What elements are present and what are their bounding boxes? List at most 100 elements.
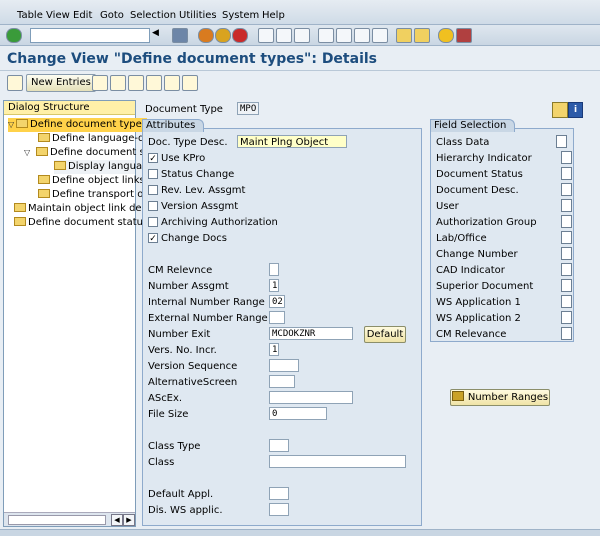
find-icon[interactable]: [276, 28, 292, 43]
cm-relevance-checkbox[interactable]: [561, 327, 572, 340]
archiving-authorization-checkbox[interactable]: [148, 217, 158, 227]
default-appl-field[interactable]: [269, 487, 289, 500]
delete-icon[interactable]: [110, 75, 126, 91]
change-docs-checkbox[interactable]: ✓: [148, 233, 158, 244]
tree-item-define-document-types[interactable]: ▽ Define document types: [8, 118, 148, 132]
collapse-triangle-icon[interactable]: ▽: [8, 118, 16, 132]
cm-relevnce-field[interactable]: [269, 263, 279, 276]
previous-page-icon[interactable]: [336, 28, 352, 43]
dis-ws-applic-field[interactable]: [269, 503, 289, 516]
undo-change-icon[interactable]: [128, 75, 144, 91]
folder-icon: [38, 189, 50, 198]
tree-item-define-document-status[interactable]: Define document status: [8, 216, 148, 230]
collapse-triangle-icon[interactable]: ▽: [24, 146, 32, 160]
lab-office-checkbox[interactable]: [561, 231, 572, 244]
status-change-label: Status Change: [161, 169, 235, 180]
ascex-field[interactable]: [269, 391, 353, 404]
tree-item-object-links[interactable]: Define object links: [38, 174, 145, 188]
command-dropdown-icon[interactable]: ◀: [152, 28, 166, 41]
external-number-range-field[interactable]: [269, 311, 285, 324]
external-number-range-label: External Number Range: [148, 313, 268, 324]
cad-indicator-checkbox[interactable]: [561, 263, 572, 276]
folder-icon: [38, 175, 50, 184]
tree-item-document-status[interactable]: ▽ Define document s: [24, 146, 145, 160]
tree-item-maintain-object-link[interactable]: Maintain object link des: [8, 202, 147, 216]
user-checkbox[interactable]: [561, 199, 572, 212]
attributes-tab: Attributes: [142, 119, 205, 132]
cancel-icon[interactable]: [232, 28, 248, 43]
document-desc-checkbox[interactable]: [561, 183, 572, 196]
use-kpro-checkbox[interactable]: ✓: [148, 153, 158, 164]
create-session-icon[interactable]: [396, 28, 412, 43]
tree-item-language-dependent[interactable]: Define language-d: [38, 132, 144, 146]
enter-icon[interactable]: [6, 28, 22, 43]
internal-number-range-field[interactable]: 02: [269, 295, 285, 308]
back-icon[interactable]: [198, 28, 214, 43]
next-page-icon[interactable]: [354, 28, 370, 43]
class-data-checkbox[interactable]: [556, 135, 567, 148]
document-type-label: Document Type: [145, 104, 223, 115]
file-size-field[interactable]: 0: [269, 407, 327, 420]
field-selection-tab: Field Selection: [430, 119, 516, 132]
tree-item-display-language[interactable]: Display langua: [54, 160, 142, 174]
command-field[interactable]: [30, 28, 150, 43]
menu-table-view[interactable]: Table View: [17, 10, 70, 21]
print-icon[interactable]: [258, 28, 274, 43]
first-page-icon[interactable]: [318, 28, 334, 43]
change-number-checkbox[interactable]: [561, 247, 572, 260]
exit-icon[interactable]: [215, 28, 231, 43]
alternative-screen-field[interactable]: [269, 375, 295, 388]
find-next-icon[interactable]: [294, 28, 310, 43]
version-sequence-field[interactable]: [269, 359, 299, 372]
layout-menu-icon[interactable]: [456, 28, 472, 43]
application-toolbar: New Entries: [0, 72, 600, 94]
class-field[interactable]: [269, 455, 406, 468]
superior-document-checkbox[interactable]: [561, 279, 572, 292]
copy-as-icon[interactable]: [92, 75, 108, 91]
change-docs-label: Change Docs: [161, 233, 227, 244]
shortcut-icon[interactable]: [414, 28, 430, 43]
version-assgmt-checkbox[interactable]: [148, 201, 158, 211]
number-assgmt-field[interactable]: 1: [269, 279, 279, 292]
menu-goto[interactable]: Goto: [100, 10, 124, 21]
info-icon[interactable]: i: [568, 102, 583, 118]
tree-horizontal-scrollbar[interactable]: ◀ ▶: [4, 512, 135, 526]
menu-help[interactable]: Help: [262, 10, 285, 21]
document-status-checkbox[interactable]: [561, 167, 572, 180]
new-entries-button[interactable]: New Entries: [26, 74, 96, 92]
authorization-group-checkbox[interactable]: [561, 215, 572, 228]
rev-lev-assgmt-checkbox[interactable]: [148, 185, 158, 195]
tree-item-transport[interactable]: Define transport of c: [38, 188, 156, 202]
menu-selection[interactable]: Selection: [130, 10, 176, 21]
class-type-field[interactable]: [269, 439, 289, 452]
folder-icon: [38, 133, 50, 142]
doc-type-desc-label: Doc. Type Desc.: [148, 137, 228, 148]
default-button[interactable]: Default: [364, 326, 406, 343]
previous-entry-icon[interactable]: [146, 75, 162, 91]
scrollbar-thumb[interactable]: [8, 515, 106, 525]
scroll-right-icon[interactable]: ▶: [123, 514, 135, 526]
status-change-checkbox[interactable]: [148, 169, 158, 179]
vers-no-incr-field[interactable]: 1: [269, 343, 279, 356]
ws-application-2-checkbox[interactable]: [561, 311, 572, 324]
variable-list-icon[interactable]: [182, 75, 198, 91]
class-label: Class: [148, 457, 175, 468]
save-icon[interactable]: [172, 28, 188, 43]
table-icon[interactable]: [552, 102, 568, 118]
number-ranges-button[interactable]: Number Ranges: [450, 389, 550, 406]
number-exit-field[interactable]: MCDOKZNR: [269, 327, 353, 340]
menu-system[interactable]: System: [222, 10, 259, 21]
hierarchy-indicator-checkbox[interactable]: [561, 151, 572, 164]
last-page-icon[interactable]: [372, 28, 388, 43]
use-kpro-label: Use KPro: [161, 153, 206, 164]
next-entry-icon[interactable]: [164, 75, 180, 91]
doc-type-desc-field[interactable]: Maint Plng Object: [237, 135, 347, 148]
menu-edit[interactable]: Edit: [73, 10, 92, 21]
scroll-left-icon[interactable]: ◀: [111, 514, 123, 526]
ws-application-1-checkbox[interactable]: [561, 295, 572, 308]
menu-utilities[interactable]: Utilities: [179, 10, 217, 21]
document-desc-label: Document Desc.: [436, 185, 519, 196]
display-change-icon[interactable]: [7, 75, 23, 91]
folder-icon: [14, 217, 26, 226]
help-icon[interactable]: [438, 28, 454, 43]
